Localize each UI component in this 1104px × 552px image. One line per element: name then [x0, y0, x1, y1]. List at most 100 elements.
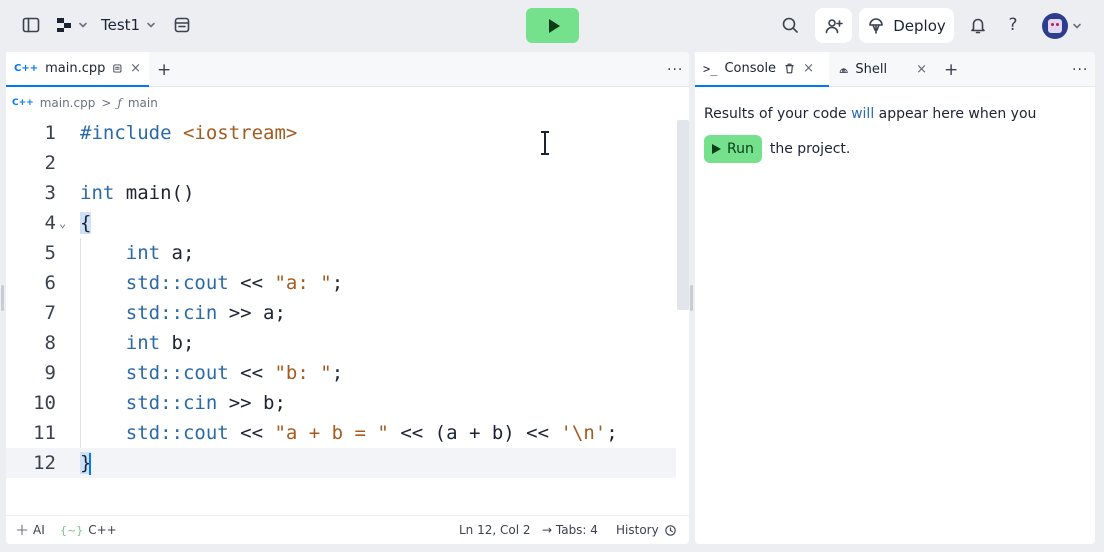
- line-number: 4: [44, 212, 56, 234]
- code-line[interactable]: 4 ⌄ {: [6, 208, 676, 238]
- console-tab-strip: >_ Console × Shell × + ···: [695, 52, 1095, 87]
- console-run-button[interactable]: Run: [704, 135, 762, 163]
- code-token: >> b;: [217, 392, 286, 414]
- code-line[interactable]: 2: [6, 148, 676, 178]
- code-token: <<: [228, 272, 275, 294]
- breadcrumb-file[interactable]: main.cpp: [40, 96, 96, 110]
- code-token: ;: [331, 362, 344, 384]
- project-name: Test1: [101, 16, 141, 34]
- code-token: #include: [80, 122, 172, 144]
- text-caret: [89, 452, 92, 475]
- code-token: "a: ": [274, 272, 332, 294]
- cpp-file-icon: C++: [14, 63, 39, 74]
- line-number: 8: [44, 332, 56, 354]
- code-line[interactable]: 1 #include <iostream>: [6, 118, 676, 148]
- code-token: std::cout: [125, 362, 229, 384]
- code-token: '\n': [560, 422, 607, 444]
- ai-button[interactable]: AI: [16, 516, 45, 544]
- tab-shell[interactable]: Shell ×: [831, 52, 935, 87]
- trash-icon[interactable]: [783, 62, 796, 75]
- close-tab-icon[interactable]: ×: [803, 61, 814, 76]
- code-text: {: [80, 208, 92, 238]
- editor-panel: C++ main.cpp × + ··· C++ main.cpp > ƒ ma…: [6, 52, 689, 544]
- user-menu[interactable]: [1042, 12, 1082, 40]
- editor-more-icon[interactable]: ···: [667, 52, 683, 87]
- tab-main-cpp[interactable]: C++ main.cpp ×: [6, 52, 149, 87]
- code-text: int main(): [80, 178, 194, 208]
- tab-size-setting[interactable]: → Tabs: 4: [542, 516, 598, 544]
- deploy-button[interactable]: Deploy: [859, 8, 954, 43]
- code-editor[interactable]: 1 #include <iostream> 2 3 int main() 4 ⌄ {5 int…: [6, 118, 676, 478]
- code-token: main(): [114, 182, 195, 204]
- add-tab-button[interactable]: +: [944, 52, 958, 87]
- code-token: a;: [160, 242, 195, 264]
- editor-scrollbar[interactable]: [677, 120, 689, 310]
- line-number: 6: [44, 272, 56, 294]
- invite-button[interactable]: [815, 8, 852, 43]
- code-token: <<: [228, 422, 275, 444]
- code-token: ;: [606, 422, 618, 444]
- replit-logo-icon: [57, 18, 71, 32]
- search-icon[interactable]: [776, 11, 804, 39]
- fold-chevron-icon[interactable]: ⌄: [59, 208, 66, 238]
- code-token: int: [80, 182, 115, 204]
- line-number: 5: [44, 242, 56, 264]
- help-icon[interactable]: ?: [999, 11, 1027, 39]
- workspace-switcher[interactable]: [55, 11, 88, 39]
- code-line[interactable]: 5 int a;: [6, 238, 676, 268]
- code-token: ;: [331, 272, 344, 294]
- add-user-icon: [825, 18, 843, 33]
- project-info-icon[interactable]: [168, 11, 196, 39]
- code-token: std::cout: [125, 272, 229, 294]
- code-line[interactable]: 11 std::cout << "a + b = " << (a + b) <<…: [6, 418, 676, 448]
- avatar: [1042, 13, 1068, 39]
- notifications-bell-icon[interactable]: [964, 11, 992, 39]
- editor-status-bar: AI {~} C++ Ln 12, Col 2 → Tabs: 4 Histor…: [6, 515, 689, 543]
- code-token: b;: [160, 332, 195, 354]
- language-button[interactable]: {~} C++: [60, 516, 117, 544]
- play-icon: [712, 144, 721, 154]
- code-line[interactable]: 9 std::cout << "b: ";: [6, 358, 676, 388]
- panel-resize-handle[interactable]: [690, 285, 693, 311]
- close-tab-icon[interactable]: ×: [130, 61, 141, 76]
- code-token: <iostream>: [182, 122, 298, 144]
- console-more-icon[interactable]: ···: [1072, 52, 1088, 87]
- editor-tab-strip: C++ main.cpp × + ···: [6, 52, 689, 87]
- left-resize-handle[interactable]: [1, 285, 4, 311]
- line-number: 1: [44, 122, 56, 144]
- console-message-tail: the project.: [769, 141, 851, 157]
- deploy-icon: [869, 17, 884, 34]
- code-token: << (a + b) <<: [388, 422, 561, 444]
- play-icon: [548, 18, 560, 33]
- chevron-down-icon: [147, 22, 155, 28]
- file-details-icon[interactable]: [112, 62, 123, 75]
- breadcrumb-symbol[interactable]: main: [128, 96, 158, 110]
- tab-label: main.cpp: [45, 61, 106, 76]
- top-bar: Test1 Deploy ?: [0, 0, 1104, 52]
- code-line[interactable]: 7 std::cin >> a;: [6, 298, 676, 328]
- code-line[interactable]: 10 std::cin >> b;: [6, 388, 676, 418]
- project-name-menu[interactable]: Test1: [101, 11, 156, 39]
- console-message-start: Results of your code: [704, 106, 852, 122]
- cursor-position[interactable]: Ln 12, Col 2: [459, 516, 531, 544]
- code-line[interactable]: 8 int b;: [6, 328, 676, 358]
- cpp-file-icon: C++: [12, 98, 34, 108]
- line-number: 9: [44, 362, 56, 384]
- history-button[interactable]: History: [616, 516, 677, 544]
- close-tab-icon[interactable]: ×: [916, 62, 927, 77]
- code-line[interactable]: 3 int main(): [6, 178, 676, 208]
- add-tab-button[interactable]: +: [157, 52, 171, 87]
- history-clock-icon: [664, 524, 676, 536]
- code-text: std::cout << "b: ";: [80, 358, 343, 388]
- run-button[interactable]: [526, 8, 579, 43]
- code-token: "b: ": [274, 362, 332, 384]
- code-text: std::cin >> a;: [80, 298, 286, 328]
- code-token: int: [125, 242, 161, 264]
- tab-console[interactable]: >_ Console ×: [695, 52, 829, 87]
- code-line[interactable]: 6 std::cout << "a: ";: [6, 268, 676, 298]
- code-line[interactable]: 12}: [6, 448, 676, 478]
- ai-label: AI: [33, 523, 45, 537]
- sidebar-toggle-icon[interactable]: [17, 11, 45, 39]
